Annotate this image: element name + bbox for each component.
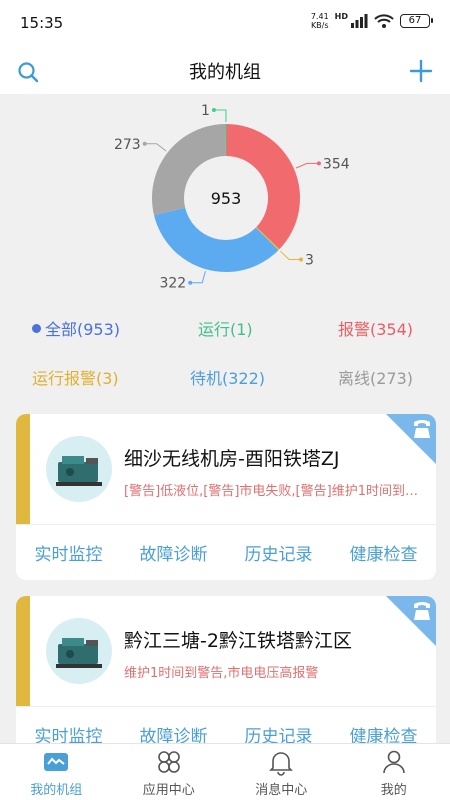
phone-corner-icon[interactable]	[386, 414, 436, 464]
card-actions: 实时监控 故障诊断 历史记录 健康检查	[16, 524, 436, 580]
app-center-icon	[157, 751, 180, 773]
status-bar: 15:35 7.41 KB/s HD 67	[0, 0, 450, 48]
signal-icon	[351, 14, 368, 28]
history-button[interactable]: 历史记录	[245, 540, 313, 565]
stat-running-label: 运行(1)	[198, 320, 253, 339]
stat-standby-label: 待机(322)	[190, 369, 266, 388]
selected-dot-icon	[32, 324, 41, 333]
stat-alarm-label: 报警(354)	[338, 320, 414, 339]
tab-profile[interactable]: 我的	[338, 744, 450, 800]
slice-value-label-4: 1	[201, 103, 210, 119]
leader-line-1	[280, 250, 301, 260]
unit-alarm-text: [警告]低液位,[警告]市电失败,[警告]维护1时间到警告	[124, 484, 424, 499]
stat-alarm[interactable]: 报警(354)	[338, 316, 413, 340]
stat-running[interactable]: 运行(1)	[198, 316, 253, 340]
slice-value-label-3: 273	[114, 137, 141, 153]
stat-running-alarm-label: 运行报警(3)	[32, 369, 119, 388]
leader-line-2	[190, 271, 206, 284]
plus-icon[interactable]	[408, 58, 434, 84]
unit-name: 细沙无线机房-酉阳铁塔ZJ	[124, 448, 340, 470]
leader-dot-4	[211, 108, 216, 113]
leader-dot-1	[298, 257, 303, 262]
tab-my-units[interactable]: 我的机组	[0, 744, 113, 800]
tab-label: 我的	[380, 783, 407, 798]
stat-running-alarm[interactable]: 运行报警(3)	[32, 365, 119, 389]
generator-icon	[46, 618, 112, 684]
unit-card[interactable]: 细沙无线机房-酉阳铁塔ZJ [警告]低液位,[警告]市电失败,[警告]维护1时间…	[16, 414, 436, 580]
leader-dot-2	[188, 280, 193, 285]
health-check-button[interactable]: 健康检查	[350, 540, 418, 565]
stat-all-label: 全部(953)	[45, 320, 121, 339]
slice-2	[154, 207, 279, 272]
stat-offline-label: 离线(273)	[338, 369, 414, 388]
tab-label: 消息中心	[255, 783, 308, 798]
stat-offline[interactable]: 离线(273)	[338, 365, 413, 389]
leader-dot-0	[316, 161, 321, 166]
wifi-icon	[374, 14, 394, 28]
bottom-tab-bar: 我的机组 应用中心 消息中心 我的	[0, 743, 450, 800]
status-stats: 全部(953) 运行(1) 报警(354) 运行报警(3) 待机(322) 离线…	[0, 300, 450, 400]
status-time: 15:35	[20, 14, 64, 32]
leader-line-3	[144, 143, 167, 152]
hd-label: HD	[334, 12, 348, 21]
realtime-monitor-button[interactable]: 实时监控	[35, 540, 103, 565]
slice-0	[226, 124, 300, 250]
network-speed-value: 7.41	[310, 12, 329, 21]
status-icons: 7.41 KB/s HD 67	[311, 12, 433, 30]
stat-all[interactable]: 全部(953)	[32, 316, 120, 340]
bell-icon	[269, 752, 294, 776]
leader-line-0	[295, 162, 319, 169]
battery-icon: 67	[400, 14, 433, 28]
unit-status-chart: 354 3 322 273 1 953	[0, 94, 450, 314]
tab-label: 应用中心	[142, 783, 195, 798]
unit-name: 黔江三塘-2黔江铁塔黔江区	[124, 630, 352, 652]
stat-standby[interactable]: 待机(322)	[190, 365, 265, 389]
slice-value-label-1: 3	[305, 252, 314, 268]
leader-dot-3	[142, 141, 147, 146]
status-bar-indicator	[16, 596, 30, 706]
fault-diagnosis-button[interactable]: 故障诊断	[140, 540, 208, 565]
app-header: 我的机组	[0, 48, 450, 94]
unit-card[interactable]: 黔江三塘-2黔江铁塔黔江区 维护1时间到警告,市电电压高报警 实时监控 故障诊断…	[16, 596, 436, 762]
donut-center-total: 953	[211, 189, 242, 208]
unit-alarm-text: 维护1时间到警告,市电电压高报警	[124, 666, 319, 681]
tab-app-center[interactable]: 应用中心	[113, 744, 226, 800]
generator-icon	[46, 436, 112, 502]
slice-value-label-0: 354	[323, 156, 350, 172]
tab-messages[interactable]: 消息中心	[225, 744, 338, 800]
slice-value-label-2: 322	[159, 276, 186, 292]
tab-label: 我的机组	[30, 783, 83, 798]
network-speed: 7.41 KB/s	[311, 12, 329, 30]
phone-corner-icon[interactable]	[386, 596, 436, 646]
network-speed-unit: KB/s	[310, 21, 329, 30]
status-bar-indicator	[16, 414, 30, 524]
unit-icon	[44, 753, 69, 771]
page-title: 我的机组	[189, 62, 261, 83]
leader-line-4	[213, 109, 227, 123]
donut-chart: 354 3 322 273 1 953	[114, 103, 350, 292]
user-icon	[382, 750, 405, 774]
